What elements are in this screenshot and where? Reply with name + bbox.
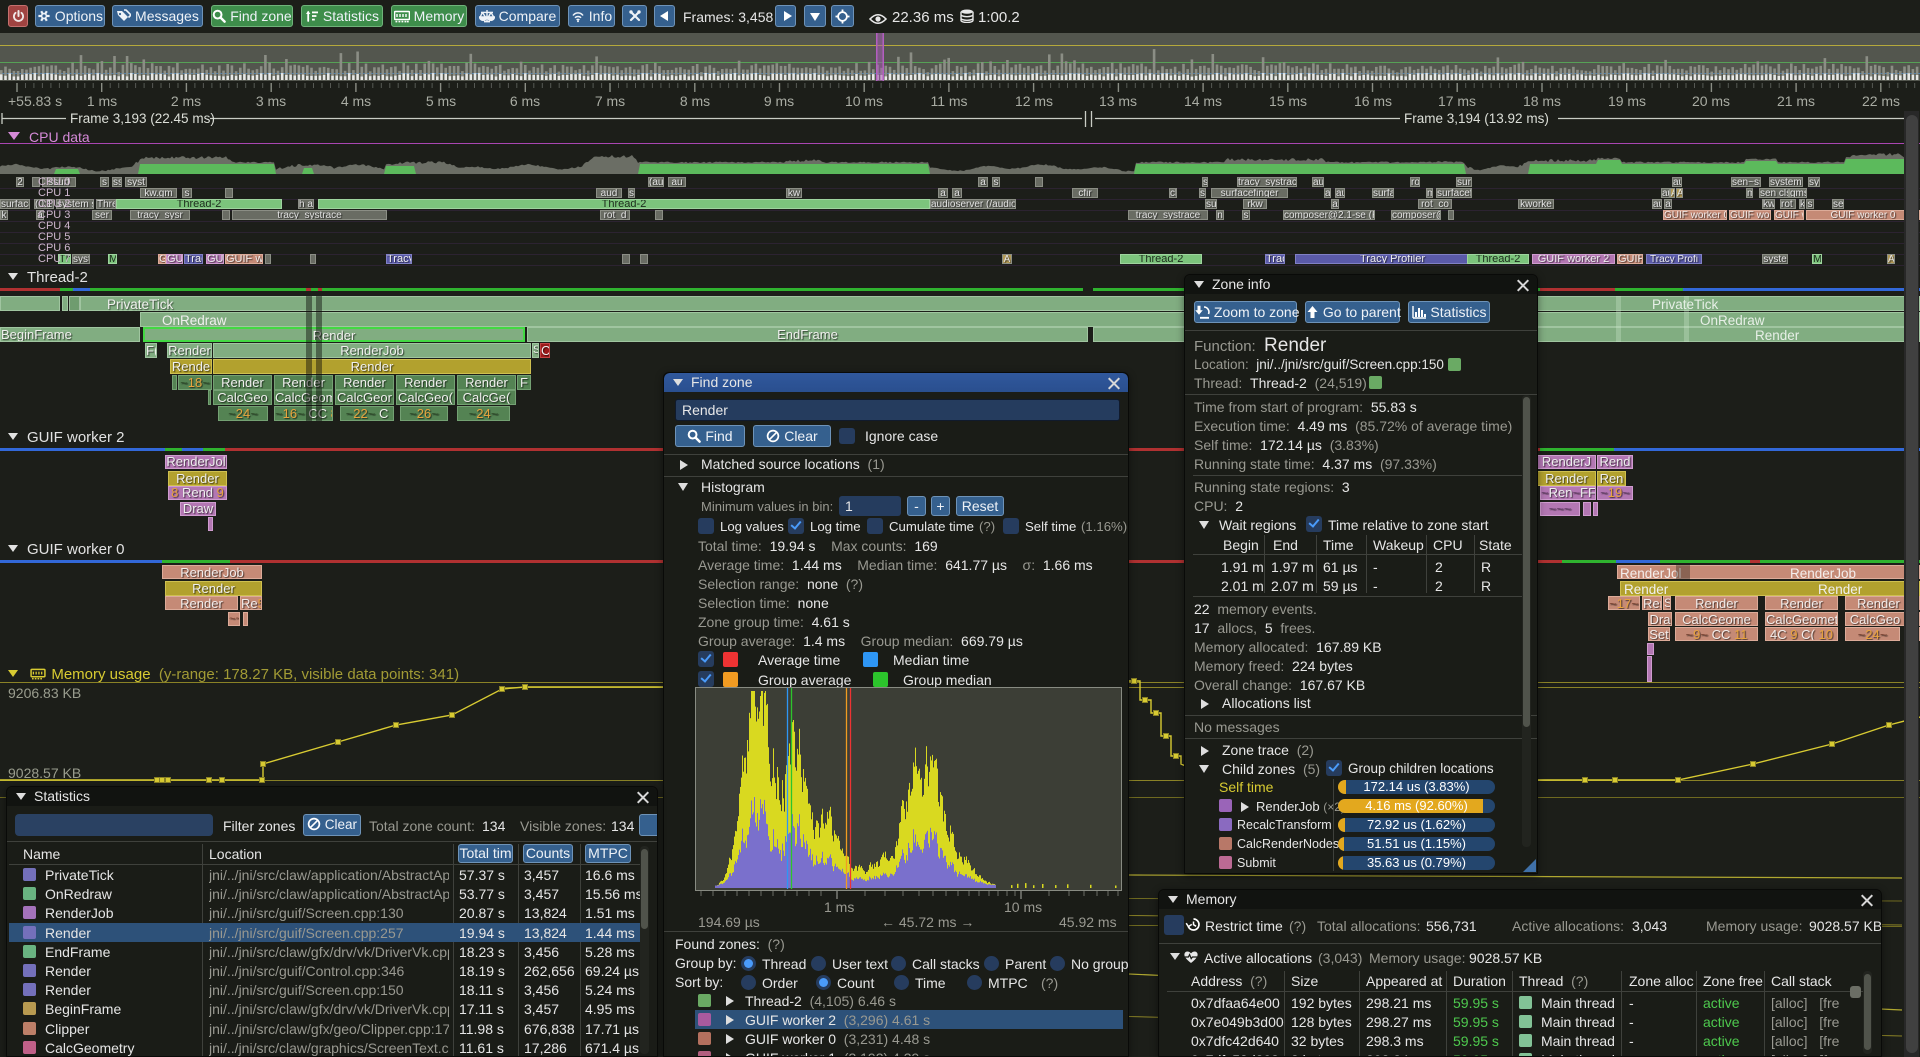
svg-text:3 ms: 3 ms (256, 93, 286, 109)
svg-text:5 ms: 5 ms (426, 93, 456, 109)
svg-text:2 ms: 2 ms (171, 93, 201, 109)
svg-text:14 ms: 14 ms (1184, 93, 1222, 109)
svg-text:19 ms: 19 ms (1608, 93, 1646, 109)
svg-text:20 ms: 20 ms (1692, 93, 1730, 109)
svg-text:21 ms: 21 ms (1777, 93, 1815, 109)
svg-text:16 ms: 16 ms (1354, 93, 1392, 109)
svg-text:13 ms: 13 ms (1099, 93, 1137, 109)
svg-text:22 ms: 22 ms (1862, 93, 1900, 109)
svg-text:4 ms: 4 ms (341, 93, 371, 109)
svg-text:18 ms: 18 ms (1523, 93, 1561, 109)
svg-text:8 ms: 8 ms (680, 93, 710, 109)
svg-text:15 ms: 15 ms (1269, 93, 1307, 109)
svg-text:6 ms: 6 ms (510, 93, 540, 109)
svg-text:Frame 3,194 (13.92 ms): Frame 3,194 (13.92 ms) (1404, 111, 1549, 126)
svg-text:Frame 3,193 (22.45 ms): Frame 3,193 (22.45 ms) (70, 111, 215, 126)
svg-text:11 ms: 11 ms (930, 93, 967, 109)
svg-text:9 ms: 9 ms (764, 93, 794, 109)
svg-text:10 ms: 10 ms (845, 93, 883, 109)
svg-text:7 ms: 7 ms (595, 93, 625, 109)
svg-text:17 ms: 17 ms (1438, 93, 1476, 109)
svg-text:12 ms: 12 ms (1015, 93, 1053, 109)
svg-text:1 ms: 1 ms (87, 93, 117, 109)
svg-text:+55.83 s: +55.83 s (8, 93, 62, 109)
